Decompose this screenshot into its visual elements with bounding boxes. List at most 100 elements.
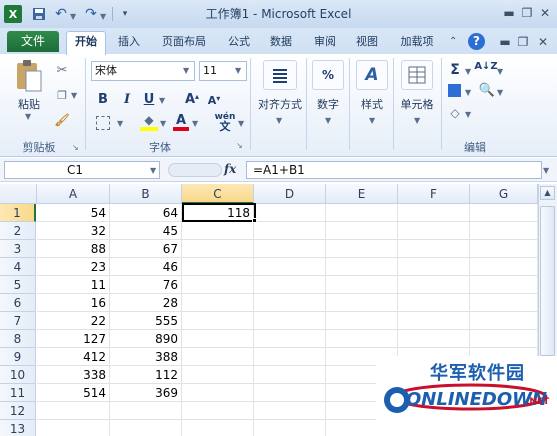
autosum-icon[interactable]: Σ xyxy=(448,62,462,78)
cell-a6[interactable]: 16 xyxy=(37,294,110,312)
workbook-minimize-button[interactable]: ▬ xyxy=(496,34,514,50)
font-color-icon[interactable]: A xyxy=(173,113,189,131)
underline-dropdown-icon[interactable]: ▼ xyxy=(159,96,165,105)
fill-color-dropdown-icon[interactable]: ▼ xyxy=(160,119,166,128)
alignment-button[interactable] xyxy=(263,60,297,90)
cell-b11[interactable]: 369 xyxy=(110,384,182,402)
tab-view[interactable]: 视图 xyxy=(350,33,384,51)
tab-page-layout[interactable]: 页面布局 xyxy=(154,33,214,51)
tab-data[interactable]: 数据 xyxy=(264,33,298,51)
cell-d4[interactable] xyxy=(254,258,326,276)
cell-f5[interactable] xyxy=(398,276,470,294)
styles-icon[interactable]: A xyxy=(356,60,388,90)
clipboard-launcher-icon[interactable]: ↘ xyxy=(72,143,79,152)
font-name-combobox[interactable]: 宋体 xyxy=(91,61,195,81)
minimize-button[interactable]: ▬ xyxy=(500,5,518,21)
cell-d12[interactable] xyxy=(254,402,326,420)
paste-dropdown-icon[interactable]: ▼ xyxy=(25,112,31,121)
find-dropdown-icon[interactable]: ▼ xyxy=(497,88,503,97)
cell-a12[interactable] xyxy=(37,402,110,420)
cells-dropdown-icon[interactable]: ▼ xyxy=(414,116,420,125)
cell-c3[interactable] xyxy=(182,240,254,258)
column-header-d[interactable]: D xyxy=(254,184,326,204)
cell-d8[interactable] xyxy=(254,330,326,348)
scroll-thumb[interactable] xyxy=(540,206,555,356)
cells-label[interactable]: 单元格 xyxy=(396,96,438,112)
cell-d2[interactable] xyxy=(254,222,326,240)
italic-icon[interactable]: I xyxy=(120,92,134,107)
clear-icon[interactable]: ◇ xyxy=(448,106,462,120)
alignment-dropdown-icon[interactable]: ▼ xyxy=(276,116,282,125)
cell-e1[interactable] xyxy=(326,204,398,222)
cell-d5[interactable] xyxy=(254,276,326,294)
clear-dropdown-icon[interactable]: ▼ xyxy=(465,110,471,119)
cell-g6[interactable] xyxy=(470,294,538,312)
cell-a10[interactable]: 338 xyxy=(37,366,110,384)
sort-filter-icon[interactable]: A↓Z xyxy=(474,61,497,72)
shrink-font-icon[interactable]: A ▾ xyxy=(206,94,222,108)
column-header-f[interactable]: F xyxy=(398,184,470,204)
row-header[interactable]: 1 xyxy=(0,204,36,222)
copy-dropdown-icon[interactable]: ▼ xyxy=(71,91,77,100)
cell-g2[interactable] xyxy=(470,222,538,240)
grow-font-icon[interactable]: A ▴ xyxy=(184,92,200,107)
expand-formula-bar-icon[interactable]: ▼ xyxy=(543,166,549,175)
row-header[interactable]: 11 xyxy=(0,384,36,402)
cell-c6[interactable] xyxy=(182,294,254,312)
tab-file[interactable]: 文件 xyxy=(7,31,59,52)
row-header[interactable]: 12 xyxy=(0,402,36,420)
cell-f7[interactable] xyxy=(398,312,470,330)
cell-f4[interactable] xyxy=(398,258,470,276)
column-header-e[interactable]: E xyxy=(326,184,398,204)
font-name-dropdown-icon[interactable]: ▼ xyxy=(183,66,189,75)
workbook-restore-button[interactable]: ❐ xyxy=(514,34,532,50)
cell-a5[interactable]: 11 xyxy=(37,276,110,294)
phonetic-dropdown-icon[interactable]: ▼ xyxy=(238,119,244,128)
tab-insert[interactable]: 插入 xyxy=(112,33,146,51)
cell-c13[interactable] xyxy=(182,420,254,436)
tab-review[interactable]: 审阅 xyxy=(308,33,342,51)
alignment-label[interactable]: 对齐方式 xyxy=(252,96,308,112)
cell-g8[interactable] xyxy=(470,330,538,348)
cell-b6[interactable]: 28 xyxy=(110,294,182,312)
cell-c11[interactable] xyxy=(182,384,254,402)
cell-e4[interactable] xyxy=(326,258,398,276)
ribbon-collapse-icon[interactable]: ⌃ xyxy=(449,36,457,47)
sort-filter-dropdown-icon[interactable]: ▼ xyxy=(497,67,503,76)
font-launcher-icon[interactable]: ↘ xyxy=(236,141,243,150)
cell-a4[interactable]: 23 xyxy=(37,258,110,276)
cell-a7[interactable]: 22 xyxy=(37,312,110,330)
column-header-b[interactable]: B xyxy=(110,184,182,204)
cell-c7[interactable] xyxy=(182,312,254,330)
cell-e3[interactable] xyxy=(326,240,398,258)
fill-color-icon[interactable]: ◆ xyxy=(140,113,158,131)
cell-g5[interactable] xyxy=(470,276,538,294)
column-header-g[interactable]: G xyxy=(470,184,538,204)
row-header[interactable]: 13 xyxy=(0,420,36,436)
phonetic-guide-icon[interactable]: wén 文 xyxy=(214,112,236,133)
formula-bar-divider-handle[interactable] xyxy=(168,163,222,177)
styles-dropdown-icon[interactable]: ▼ xyxy=(369,116,375,125)
cells-icon[interactable] xyxy=(401,60,433,90)
cell-g4[interactable] xyxy=(470,258,538,276)
cell-a8[interactable]: 127 xyxy=(37,330,110,348)
styles-label[interactable]: 样式 xyxy=(354,96,390,112)
underline-icon[interactable]: U xyxy=(142,92,156,107)
font-size-dropdown-icon[interactable]: ▼ xyxy=(235,66,241,75)
cell-b7[interactable]: 555 xyxy=(110,312,182,330)
cell-b2[interactable]: 45 xyxy=(110,222,182,240)
close-button[interactable]: ✕ xyxy=(536,5,554,21)
cell-e8[interactable] xyxy=(326,330,398,348)
row-header[interactable]: 4 xyxy=(0,258,36,276)
borders-icon[interactable] xyxy=(96,116,110,130)
help-icon[interactable]: ? xyxy=(468,33,485,50)
cell-b1[interactable]: 64 xyxy=(110,204,182,222)
cell-d7[interactable] xyxy=(254,312,326,330)
cell-g3[interactable] xyxy=(470,240,538,258)
number-label[interactable]: 数字 xyxy=(310,96,346,112)
cell-d10[interactable] xyxy=(254,366,326,384)
cell-c10[interactable] xyxy=(182,366,254,384)
fill-dropdown-icon[interactable]: ▼ xyxy=(465,88,471,97)
cell-a2[interactable]: 32 xyxy=(37,222,110,240)
row-header[interactable]: 8 xyxy=(0,330,36,348)
